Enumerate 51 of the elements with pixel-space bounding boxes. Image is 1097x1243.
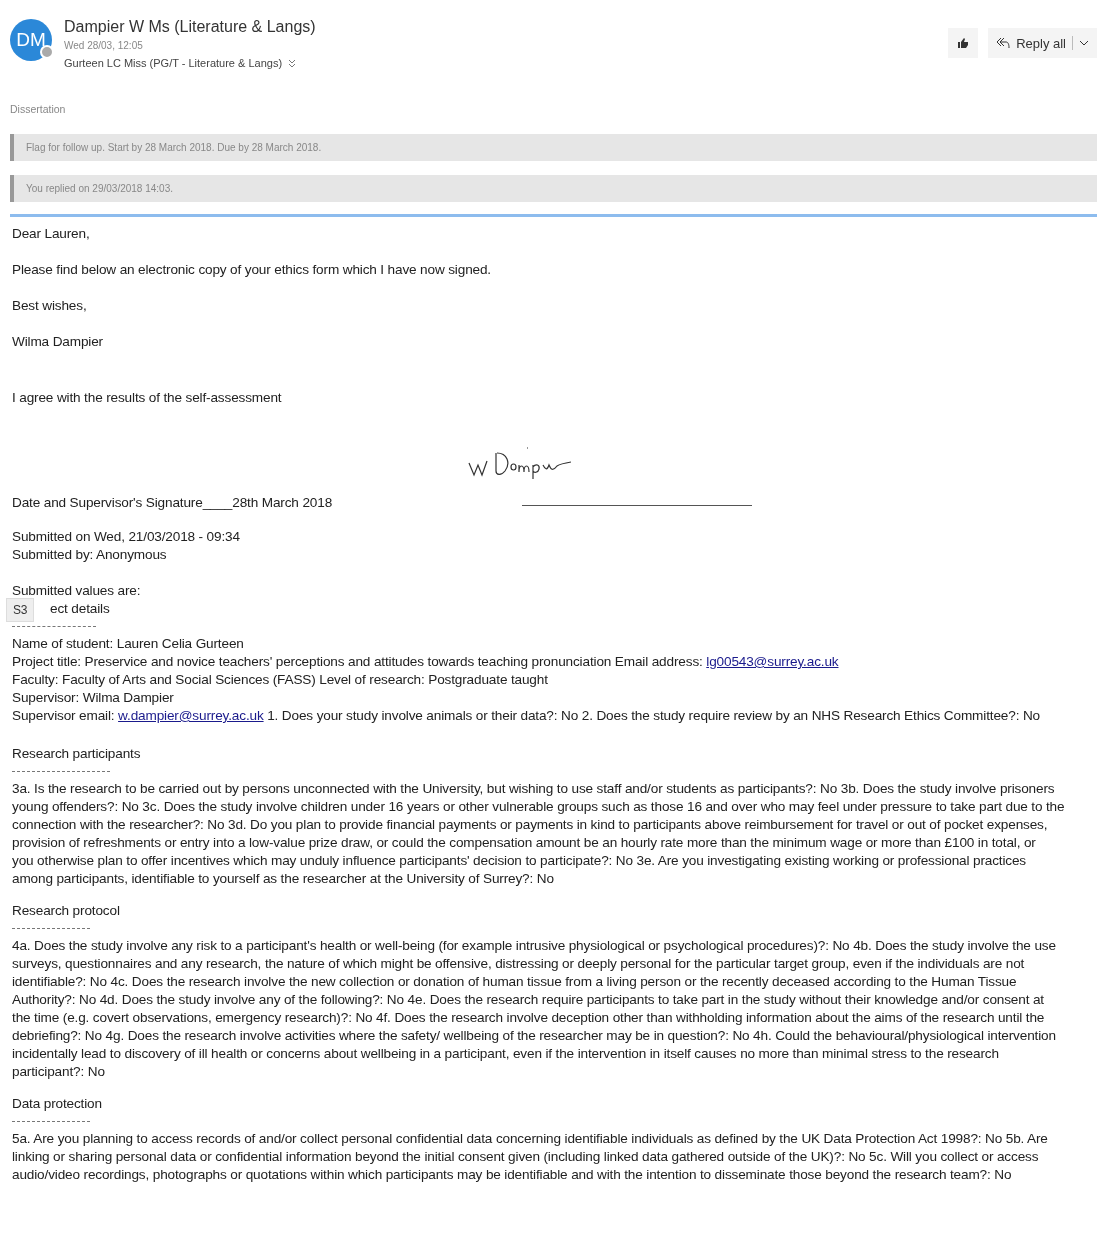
form-answer-line: connection with the researcher?: No 3d. Do you plan to provide financial payments or payments in kind to participants above reimbursement for travel or out of pocket expenses,	[12, 816, 1049, 834]
form-answer-line: linking or sharing personal data or confidential information beyond the initial consent given (including linked data gathered outside of the UK)?: No 5c. Will you collect or access	[12, 1148, 1040, 1166]
submission-info: Submitted by: Anonymous	[12, 546, 168, 564]
section-heading: Data protection	[12, 1095, 103, 1113]
detail-line: Name of student: Lauren Celia Gurteen	[12, 635, 245, 653]
form-answer-line: the time (e.g. covert observations, emergency research)?: No 4f. Does the research involve deception other than withholding information about the aims of the research until the	[12, 1009, 1046, 1027]
form-answer-line: provision of refreshments or entry into a low-value prize draw, or could the compensation amount be an hourly rate more than the minimum wage or more than £100 in total, or	[12, 834, 1037, 852]
sender-name: Dampier W Ms (Literature & Langs)	[64, 18, 316, 36]
sent-date: Wed 28/03, 12:05	[64, 40, 144, 51]
form-answer-line: 3a. Is the research to be carried out by persons unconnected with the University, but wishing to use staff and/or students as participants?: No 3b. Does the study involve prisoners	[12, 780, 1056, 798]
email-link[interactable]: lg00543@surrey.ac.uk	[706, 654, 839, 669]
form-answer-line: 5a. Are you planning to access records of and/or collect personal confidential data concerning identifiable individuals as defined by the UK Data Protection Act 1998?: No 5b. Are	[12, 1130, 1049, 1148]
form-answer-line: debriefing?: No 4g. Does the research involve activities where the safety/ wellbeing of the researcher may be in question?: No 4h. Could the behavioural/physiological intervention	[12, 1027, 1057, 1045]
form-answer-line: audio/video recordings, photographs or quotations within which participants may be identifiable and with the intention to disseminate those beyond the research team?: No	[12, 1166, 1013, 1184]
section-heading: ect details	[50, 601, 110, 616]
signature-date-text: Date and Supervisor's Signature____28th March 2018	[12, 495, 333, 510]
detail-line: Faculty: Faculty of Arts and Social Sciences (FASS) Level of research: Postgraduate taught	[12, 671, 549, 689]
form-answer-line: you otherwise plan to offer incentives which may unduly influence participants' decision to participate?: No 3e. Are you investigating existing working or professional practices	[12, 852, 1028, 870]
form-answer-line: identifiable?: No 4c. Does the research involve the new collection or donation of human tissue from a living person or the recently deceased according to the Human Tissue	[12, 973, 1018, 991]
reply-all-icon	[996, 36, 1011, 50]
info-bar: You replied on 29/03/2018 14:03.	[10, 175, 1097, 202]
section-heading: Research participants	[12, 745, 142, 763]
values-heading: Submitted values are:	[12, 582, 142, 600]
detail-line: Project title: Preservice and novice teachers' perceptions and attitudes towards teaching pronunciation Email address: lg00543@surrey.ac.uk	[12, 653, 840, 671]
expand-icon[interactable]	[288, 58, 297, 68]
form-answer-line: 4a. Does the study involve any risk to a participant's health or well-being (for example intrusive physiological or psychological procedures)?: No 4b. Does the study involve the use	[12, 937, 1057, 955]
detail-line: Supervisor email: w.dampier@surrey.ac.uk 1. Does your study involve animals or their data?: No 2. Does the study require review by an NHS Research Ethics Committee?: No	[12, 707, 1041, 725]
message-text: Please find below an electronic copy of your ethics form which I have now signed.	[12, 261, 492, 279]
form-answer-line: among participants, identifiable to yourself as the researcher at the University of Surrey?: No	[12, 870, 555, 888]
chevron-down-icon	[1079, 39, 1089, 47]
section-heading: Research protocol	[12, 902, 121, 920]
tooltip-badge: S3	[6, 598, 35, 622]
thumbs-up-icon	[957, 37, 970, 49]
info-bar: Flag for follow up. Start by 28 March 2018. Due by 28 March 2018.	[10, 134, 1097, 161]
subject-line: Dissertation	[9, 102, 67, 115]
like-button[interactable]	[948, 28, 979, 58]
form-answer-line: participant?: No	[12, 1063, 106, 1081]
closing-text: Best wishes,	[12, 297, 88, 315]
form-answer-line: incidentally lead to discovery of ill health or concerns about wellbeing in a participant, even if the intervention in itself causes no more than minimal stress to the research	[12, 1045, 1000, 1063]
agreement-text: I agree with the results of the self-assessment	[12, 389, 283, 407]
submission-info: Submitted on Wed, 21/03/2018 - 09:34	[12, 528, 241, 546]
reply-all-button[interactable]: Reply all	[988, 28, 1097, 58]
recipient-name: Gurteen LC Miss (PG/T - Literature & Langs)	[64, 57, 283, 69]
detail-line: Supervisor: Wilma Dampier	[12, 689, 175, 707]
form-answer-line: young offenders?: No 3c. Does the study involve children under 16 years or other vulnerable groups such as those 16 and over who may feel under pressure to take part due to the	[12, 798, 1066, 816]
signoff-text: Wilma Dampier	[12, 333, 104, 351]
greeting-text: Dear Lauren,	[12, 225, 91, 243]
email-link[interactable]: w.dampier@surrey.ac.uk	[118, 708, 264, 723]
avatar: DM	[10, 19, 52, 61]
form-answer-line: surveys, questionnaires and any research, the nature of which might be offensive, distressing or deeply personal for the particular target group, even if the individuals are not	[12, 955, 1026, 973]
form-answer-line: Authority?: No 4d. Does the study involve any of the following?: No 4e. Does the research require participants to take part in the study without their knowledge and/or consent at	[12, 991, 1045, 1009]
